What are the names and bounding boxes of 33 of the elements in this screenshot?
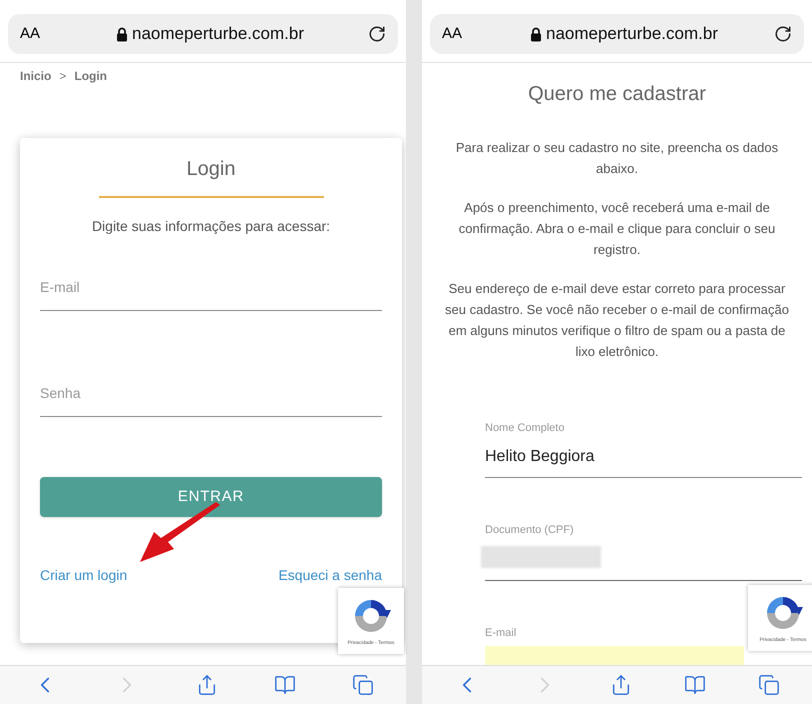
text-size-button[interactable]: AA: [442, 22, 474, 46]
info-paragraph: Para realizar o seu cadastro no site, preencha os dados abaixo.: [454, 139, 780, 178]
card-subtitle: Digite suas informações para acessar:: [92, 217, 330, 236]
info-paragraph: Após o preenchimento, você receberá uma e-mail de confirmação. Abra o e-mail e clique para concluir o seu registro.: [458, 199, 776, 259]
share-icon[interactable]: [610, 674, 632, 696]
url-text[interactable]: naomeperturbe.com.br: [132, 21, 304, 47]
book-icon[interactable]: [274, 674, 296, 696]
reload-icon[interactable]: [774, 25, 792, 43]
book-icon[interactable]: [684, 674, 706, 696]
field-label: Documento (CPF): [485, 522, 574, 538]
card-title: Login: [186, 157, 236, 182]
input-field[interactable]: E-mail: [40, 277, 382, 311]
forgot-password-link[interactable]: Esqueci a senha: [278, 565, 382, 586]
breadcrumb-separator: >: [59, 68, 66, 85]
field-label: Nome Completo: [485, 421, 564, 436]
field-label: E-mail: [485, 626, 516, 641]
info-paragraph: Seu endereço de e-mail deve estar correto para processar seu cadastro. Se você não receber o e-mail de confirmação em alguns minutos verifique o filtro de spam ou a pasta de lixo eletrônico.: [444, 280, 790, 361]
tabs-icon[interactable]: [352, 674, 374, 696]
lock-icon: [116, 26, 128, 42]
url-text[interactable]: naomeperturbe.com.br: [546, 21, 718, 47]
input-field[interactable]: Helito Beggiora: [485, 444, 802, 478]
create-login-link[interactable]: Criar um login: [40, 565, 128, 586]
breadcrumb-link[interactable]: Inicio: [20, 67, 52, 85]
tabs-icon[interactable]: [758, 674, 780, 696]
lock-icon: [530, 26, 542, 42]
address-bar[interactable]: AA naomeperturbe.com.br: [430, 14, 804, 54]
reload-icon[interactable]: [368, 25, 386, 43]
share-icon[interactable]: [196, 674, 218, 696]
breadcrumb-current: Login: [74, 68, 108, 85]
text-size-button[interactable]: AA: [20, 22, 52, 46]
input-field[interactable]: Senha: [40, 383, 382, 417]
page-heading: Quero me cadastrar: [528, 82, 706, 107]
address-bar[interactable]: AA naomeperturbe.com.br: [8, 14, 398, 54]
